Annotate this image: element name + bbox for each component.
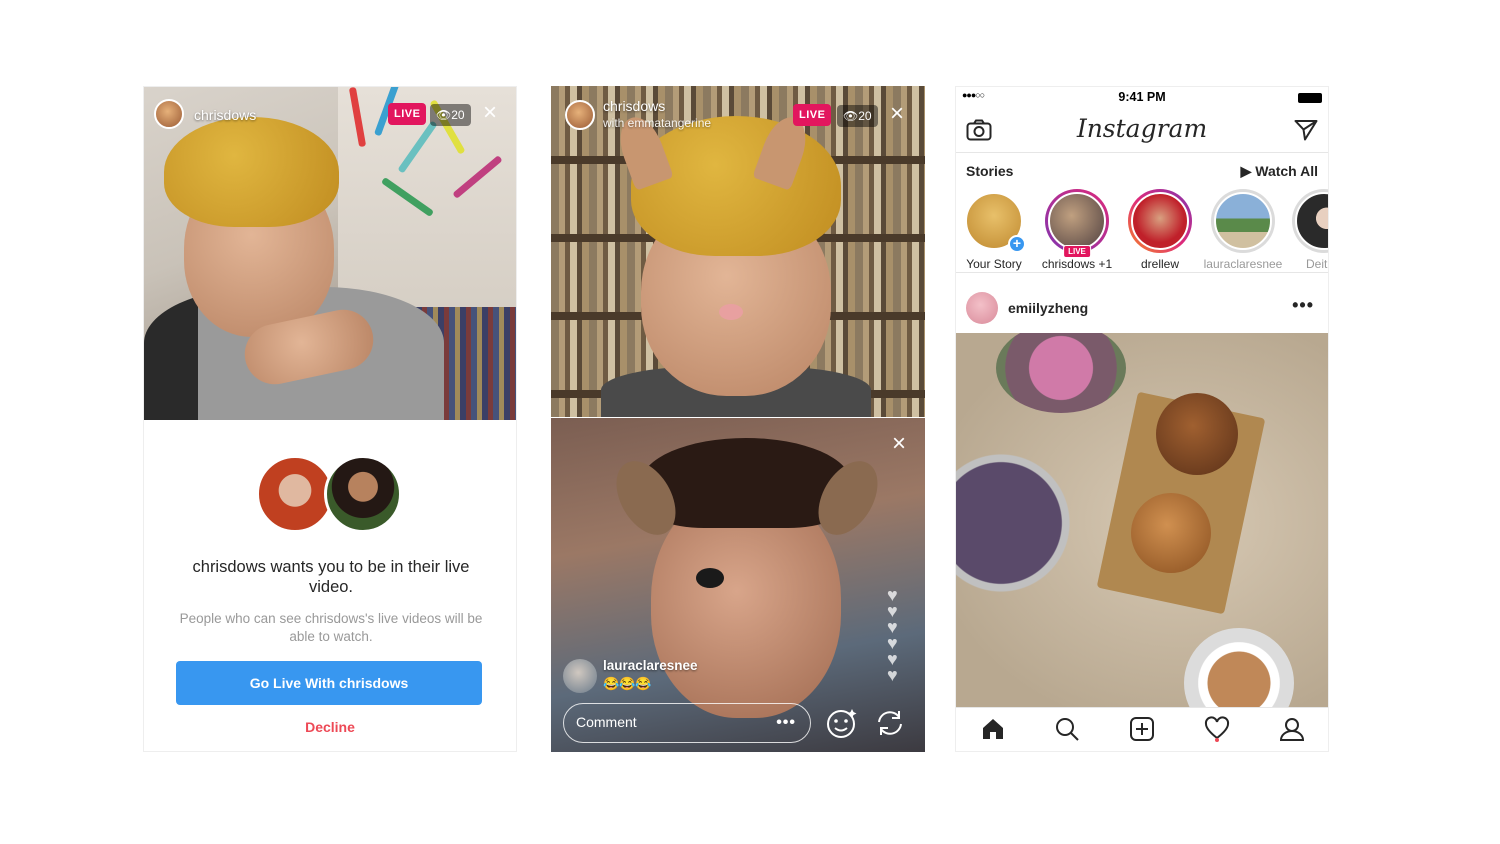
- feed-screen: ●●●○○ 9:41 PM Instagram Stories ▶ Watch …: [955, 86, 1329, 752]
- home-icon[interactable]: [980, 716, 1006, 742]
- host-username[interactable]: chrisdows: [194, 107, 256, 123]
- live-badge: LIVE: [388, 103, 427, 125]
- avatar: [256, 455, 334, 533]
- story-label: chrisdows +1: [1041, 257, 1113, 271]
- activity-tab[interactable]: [1204, 708, 1230, 751]
- invite-subtitle: People who can see chrisdows's live vide…: [179, 611, 483, 644]
- battery-icon: [1298, 93, 1322, 103]
- story-item[interactable]: LIVE chrisdows +1: [1036, 189, 1118, 271]
- remove-guest-icon[interactable]: ×: [889, 432, 909, 456]
- flip-camera-icon[interactable]: [873, 708, 907, 738]
- post-username[interactable]: emiilyzheng: [1008, 300, 1088, 316]
- stories-title: Stories: [966, 163, 1014, 179]
- story-label: drellew: [1140, 257, 1179, 271]
- host-username[interactable]: chrisdows: [603, 98, 665, 114]
- guest-label: with emmatangerine: [603, 116, 712, 130]
- story-item[interactable]: drellew: [1119, 189, 1201, 271]
- app-logo: Instagram: [1076, 114, 1208, 143]
- watch-all-button[interactable]: ▶ Watch All: [1241, 163, 1318, 180]
- viewer-count-value: 20: [451, 108, 465, 122]
- host-avatar[interactable]: [565, 100, 595, 130]
- bottom-tab-bar: [956, 707, 1328, 751]
- floating-hearts: ♥ ♥ ♥ ♥ ♥ ♥: [887, 586, 911, 685]
- guest-video: ×: [551, 418, 925, 752]
- heart-icon: ♥: [887, 665, 898, 685]
- viewer-count: 👁20: [430, 104, 471, 126]
- live-badge: LIVE: [1063, 245, 1091, 258]
- story-label: Deit: [1306, 257, 1328, 271]
- commenter-avatar[interactable]: [563, 659, 597, 693]
- avatar: [1295, 192, 1328, 250]
- host-video: chrisdows with emmatangerine LIVE 👁20 ×: [551, 86, 925, 418]
- close-icon[interactable]: ×: [480, 101, 500, 125]
- stories-header: Stories ▶ Watch All: [966, 163, 1318, 183]
- viewer-count-value: 20: [858, 109, 872, 123]
- viewer-count: 👁20: [837, 105, 878, 127]
- story-label: lauraclaresnee: [1203, 257, 1283, 271]
- add-story-icon[interactable]: +: [1008, 235, 1026, 253]
- avatar: [324, 455, 402, 533]
- invite-screen: chrisdows LIVE 👁20 × chrisdows wants you…: [143, 86, 517, 752]
- avatar: [1131, 192, 1189, 250]
- avatar[interactable]: [966, 292, 998, 324]
- status-bar: ●●●○○ 9:41 PM: [956, 87, 1328, 107]
- go-live-button[interactable]: Go Live With chrisdows: [176, 661, 482, 705]
- live-badge: LIVE: [793, 104, 832, 126]
- comment-placeholder: Comment: [576, 714, 637, 730]
- comment-input[interactable]: Comment •••: [563, 703, 811, 743]
- stories-tray: + Your Story LIVE chrisdows +1 drellew l…: [956, 189, 1328, 273]
- avatar: [1048, 192, 1106, 250]
- profile-icon[interactable]: [1279, 716, 1305, 742]
- comment-text: 😂😂😂: [603, 676, 652, 691]
- direct-send-icon[interactable]: [1294, 119, 1318, 141]
- close-icon[interactable]: ×: [887, 102, 907, 126]
- host-avatar[interactable]: [154, 99, 184, 129]
- search-icon[interactable]: [1054, 716, 1080, 742]
- decline-button[interactable]: Decline: [144, 719, 516, 735]
- avatar: [1214, 192, 1272, 250]
- post-image[interactable]: [956, 333, 1328, 709]
- live-video-preview: chrisdows LIVE 👁20 ×: [144, 87, 516, 420]
- add-post-icon[interactable]: [1129, 716, 1155, 742]
- commenter-username[interactable]: lauraclaresnee: [603, 658, 698, 673]
- clock: 9:41 PM: [1118, 90, 1166, 104]
- eye-icon: 👁: [436, 108, 452, 122]
- more-options-icon[interactable]: •••: [1292, 295, 1314, 316]
- more-icon[interactable]: •••: [776, 704, 796, 741]
- live-split-screen: chrisdows with emmatangerine LIVE 👁20 × …: [551, 86, 925, 752]
- face-filter-icon[interactable]: [825, 706, 859, 740]
- post-header: emiilyzheng •••: [956, 289, 1328, 333]
- story-item[interactable]: Deit: [1278, 189, 1328, 271]
- invite-title: chrisdows wants you to be in their live …: [192, 558, 470, 596]
- eye-icon: 👁: [843, 109, 859, 123]
- story-item[interactable]: + Your Story: [956, 189, 1035, 271]
- story-label: Your Story: [966, 257, 1022, 271]
- invite-avatars: [256, 455, 406, 535]
- story-item[interactable]: lauraclaresnee: [1202, 189, 1284, 271]
- app-header: Instagram: [956, 107, 1328, 153]
- notification-dot: [1215, 738, 1219, 742]
